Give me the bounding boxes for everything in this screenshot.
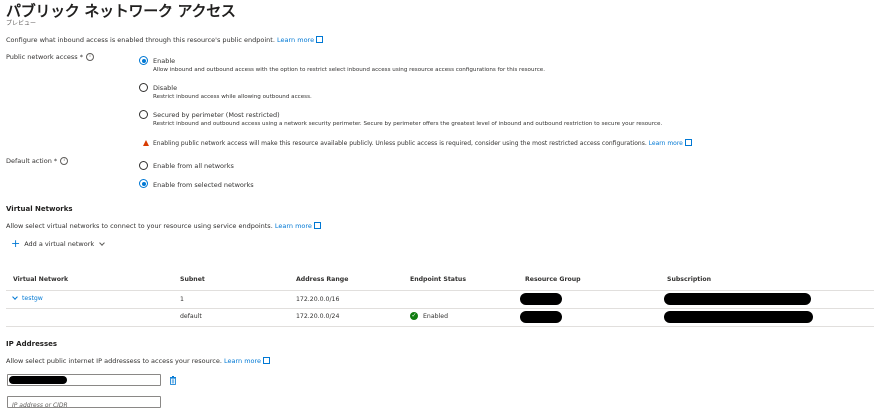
column-header-address-range: Address Range (296, 276, 349, 283)
redacted-subscription (664, 311, 813, 323)
warning-learn-more-link[interactable]: Learn more (649, 140, 683, 147)
column-header-endpoint-status: Endpoint Status (410, 276, 467, 283)
option-disable-label: Disable (153, 84, 178, 92)
redacted-subscription (664, 293, 811, 305)
row-divider (6, 326, 874, 327)
column-header-resource-group: Resource Group (525, 276, 581, 283)
public-access-warning: Enabling public network access will make… (153, 139, 692, 147)
warning-icon (143, 140, 149, 146)
ip-learn-more-link[interactable]: Learn more (224, 357, 261, 365)
column-header-virtual-network: Virtual Network (13, 276, 69, 283)
page-title: パブリック ネットワーク アクセス (6, 2, 236, 20)
option-enable-label: Enable (153, 57, 176, 65)
default-action-label-text: Default action * (6, 157, 58, 165)
option-perimeter-label: Secured by perimeter (Most restricted) (153, 111, 280, 119)
radio-enable-selected-networks[interactable] (139, 179, 148, 188)
intro-learn-more-link[interactable]: Learn more (277, 36, 314, 44)
intro-description: Configure what inbound access is enabled… (6, 36, 275, 44)
warning-text: Enabling public network access will make… (153, 140, 647, 147)
option-selected-networks-label: Enable from selected networks (153, 181, 254, 189)
plus-icon: + (11, 237, 21, 250)
add-virtual-network-label: Add a virtual network (24, 240, 95, 248)
subnet-count: 1 (180, 296, 184, 303)
radio-enable[interactable] (139, 56, 148, 65)
ip-address-input[interactable]: IP address or CIDR (7, 396, 161, 409)
radio-disable[interactable] (139, 83, 148, 92)
delete-icon[interactable] (169, 376, 177, 385)
subnet-default-link[interactable]: default (180, 313, 202, 320)
radio-enable-all-networks[interactable] (139, 161, 148, 170)
chevron-down-icon (99, 239, 106, 246)
address-range: 172.20.0.0/24 (296, 313, 340, 320)
column-header-subscription: Subscription (667, 276, 711, 283)
page-subtitle: プレビュー (6, 20, 37, 27)
external-link-icon (316, 35, 324, 43)
more-options-icon[interactable]: ··· (162, 2, 173, 15)
chevron-down-icon[interactable] (12, 294, 18, 300)
check-circle-icon: ✓ (410, 312, 418, 320)
info-icon[interactable]: i (60, 157, 69, 165)
table-header-divider (6, 290, 874, 291)
radio-secured-by-perimeter[interactable] (139, 110, 148, 119)
option-perimeter-desc: Restrict inbound and outbound access usi… (153, 121, 663, 127)
redacted-resource-group (520, 293, 562, 305)
endpoint-status: Enabled (423, 313, 449, 320)
ip-addresses-description: Allow select public internet IP addresse… (6, 356, 271, 365)
virtual-networks-heading: Virtual Networks (6, 205, 73, 213)
redacted-resource-group (520, 311, 562, 323)
external-link-icon (313, 221, 321, 229)
intro-text: Configure what inbound access is enabled… (6, 35, 324, 44)
ip-address-input-existing[interactable] (7, 374, 161, 386)
vnet-desc-text: Allow select virtual networks to connect… (6, 222, 273, 230)
address-range: 172.20.0.0/16 (296, 296, 340, 303)
virtual-networks-description: Allow select virtual networks to connect… (6, 221, 321, 230)
option-enable-desc: Allow inbound and outbound access with t… (153, 67, 546, 73)
external-link-icon (684, 139, 692, 146)
row-divider (6, 308, 874, 309)
column-header-subnet: Subnet (180, 276, 205, 283)
public-access-label: Public network access * i (6, 53, 94, 61)
option-disable-desc: Restrict inbound access while allowing o… (153, 94, 312, 100)
external-link-icon (263, 356, 271, 364)
add-virtual-network-button[interactable]: + Add a virtual network (11, 237, 106, 250)
option-all-networks-label: Enable from all networks (153, 162, 234, 170)
ip-input-placeholder: IP address or CIDR (12, 402, 68, 409)
public-access-label-text: Public network access * (6, 53, 83, 61)
vnet-name-link[interactable]: testgw (22, 295, 43, 302)
redacted-ip-address (9, 376, 67, 384)
ip-addresses-heading: IP Addresses (6, 340, 58, 348)
ip-desc-text: Allow select public internet IP addresse… (6, 357, 222, 365)
table-row-testgw[interactable]: testgw (12, 294, 43, 302)
info-icon[interactable]: i (85, 53, 94, 61)
vnet-learn-more-link[interactable]: Learn more (275, 222, 312, 230)
default-action-label: Default action * i (6, 157, 69, 165)
